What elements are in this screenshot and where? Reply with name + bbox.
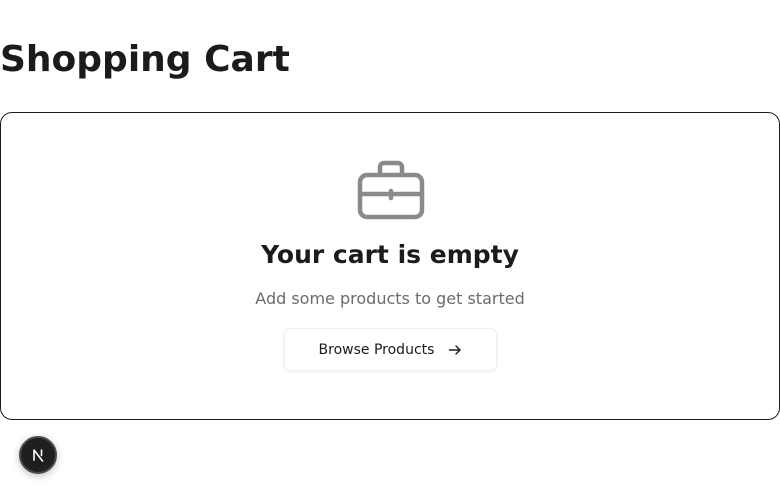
- empty-cart-card: Your cart is empty Add some products to …: [0, 112, 780, 420]
- page-title: Shopping Cart: [0, 39, 290, 80]
- nextjs-dev-badge[interactable]: [19, 436, 57, 474]
- arrow-right-icon: [449, 344, 462, 355]
- briefcase-icon: [357, 160, 425, 220]
- browse-products-label: Browse Products: [318, 341, 435, 358]
- browse-products-button[interactable]: Browse Products: [284, 328, 497, 371]
- empty-cart-heading: Your cart is empty: [261, 240, 519, 269]
- empty-cart-subtext: Add some products to get started: [255, 289, 525, 308]
- nextjs-logo-icon: [33, 449, 44, 462]
